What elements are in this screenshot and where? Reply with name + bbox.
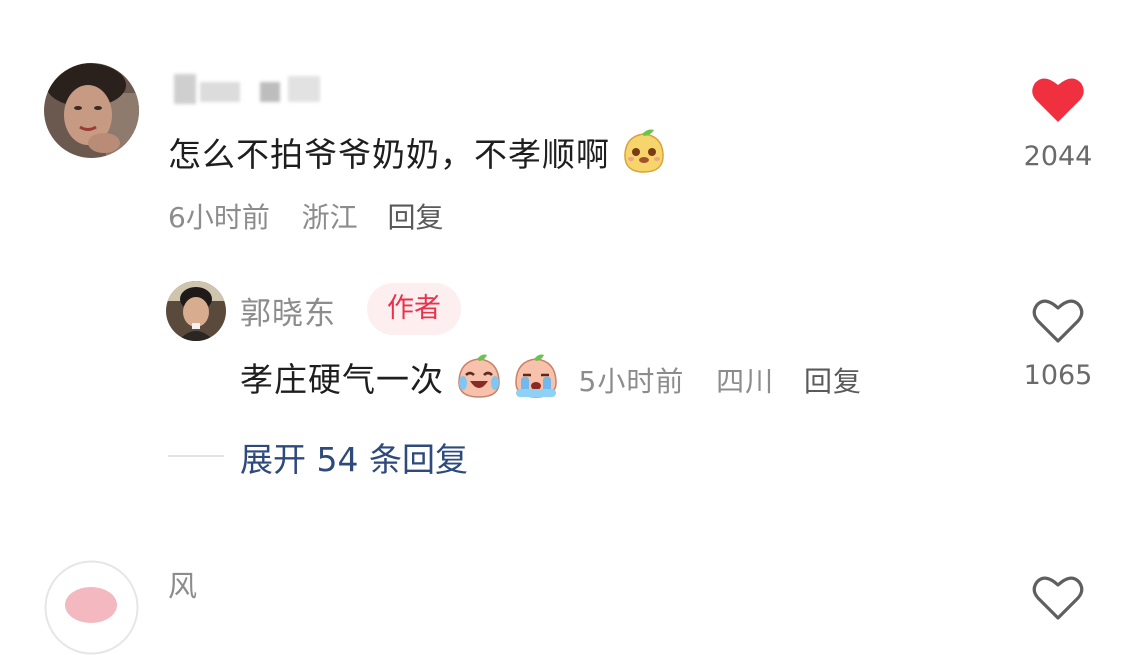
reply-reply-button[interactable]: 回复 bbox=[804, 365, 862, 398]
reply-text: 孝庄硬气一次 5小时前 四川 回复 bbox=[240, 353, 862, 401]
comment-text: 怎么不拍爷爷奶奶，不孝顺啊 bbox=[168, 128, 666, 176]
comment-location: 浙江 bbox=[301, 201, 358, 234]
heart-outline-icon bbox=[1032, 299, 1084, 343]
reply-like-button[interactable] bbox=[1031, 295, 1085, 345]
comment-text-content: 怎么不拍爷爷奶奶，不孝顺啊 bbox=[168, 135, 610, 174]
laughing-crying-emoji-icon bbox=[457, 354, 500, 398]
profile-photo-icon bbox=[44, 560, 139, 655]
reply-username[interactable]: 郭晓东 bbox=[240, 288, 336, 333]
expand-divider bbox=[168, 455, 224, 457]
reply-like-count: 1065 bbox=[1023, 360, 1093, 391]
reply-text-content: 孝庄硬气一次 bbox=[240, 360, 444, 399]
comment-time: 6小时前 bbox=[168, 201, 270, 234]
blurred-username-mask bbox=[170, 66, 330, 106]
next-comment-avatar[interactable] bbox=[44, 560, 139, 655]
comment-like-count: 2044 bbox=[1023, 141, 1093, 172]
next-comment-like-button[interactable] bbox=[1031, 572, 1085, 622]
reply-avatar[interactable] bbox=[166, 281, 226, 341]
profile-photo-icon bbox=[166, 281, 226, 341]
comment-meta: 6小时前 浙江 回复 bbox=[168, 196, 443, 236]
crying-emoji-icon bbox=[515, 354, 557, 398]
reply-location: 四川 bbox=[716, 365, 775, 398]
smiling-pear-emoji-icon bbox=[623, 129, 664, 173]
heart-filled-icon bbox=[1032, 78, 1084, 122]
author-badge: 作者 bbox=[367, 283, 461, 335]
reply-meta: 5小时前 四川 回复 bbox=[579, 365, 862, 398]
reply-time: 5小时前 bbox=[578, 365, 685, 398]
expand-replies-button[interactable]: 展开 54 条回复 bbox=[240, 433, 468, 481]
next-comment-username[interactable]: 风 bbox=[168, 563, 197, 605]
profile-photo-icon bbox=[44, 63, 139, 158]
heart-outline-icon bbox=[1032, 576, 1084, 620]
comment-like-button[interactable] bbox=[1031, 74, 1085, 124]
comment-reply-button[interactable]: 回复 bbox=[387, 201, 443, 234]
comment-avatar[interactable] bbox=[44, 63, 139, 158]
